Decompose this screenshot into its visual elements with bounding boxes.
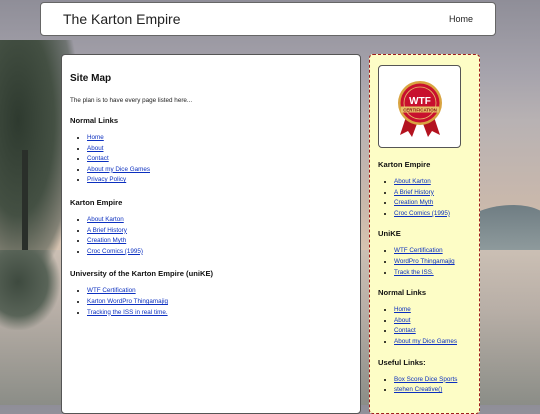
link-wtf-certification[interactable]: WTF Certification: [87, 287, 136, 294]
list-item: Creation Myth: [87, 236, 352, 247]
list-item: A Brief History: [394, 188, 471, 199]
link-croc-comics[interactable]: Croc Comics (1995): [87, 248, 143, 255]
list-item: Box Score Dice Sports: [394, 375, 471, 386]
link-wordpro-thingamajig[interactable]: Karton WordPro Thingamajig: [87, 298, 168, 305]
list-item: About my Dice Games: [394, 337, 471, 348]
list-item: Home: [394, 305, 471, 316]
main-content: Site Map The plan is to have every page …: [61, 54, 361, 414]
list-item: Croc Comics (1995): [394, 209, 471, 220]
sidebar-link-brief-history[interactable]: A Brief History: [394, 189, 434, 196]
sidebar-link-about[interactable]: About: [394, 317, 410, 324]
list-item: WTF Certification: [394, 246, 471, 257]
list-item: Track the ISS.: [394, 268, 471, 279]
list-item: WTF Certification: [87, 286, 352, 297]
certification-seal-icon: WTF CERTIFICATION: [397, 80, 442, 137]
link-about-karton[interactable]: About Karton: [87, 216, 124, 223]
sidebar-link-croc-comics[interactable]: Croc Comics (1995): [394, 210, 450, 217]
sidebar-unike-list: WTF Certification WordPro Thingamajig Tr…: [378, 246, 471, 278]
list-item: Creation Myth: [394, 198, 471, 209]
sidebar-link-home[interactable]: Home: [394, 306, 411, 313]
widget-heading-normal-links: Normal Links: [378, 288, 427, 298]
list-item: About: [394, 316, 471, 327]
list-item: About Karton: [394, 177, 471, 188]
link-tracking-iss[interactable]: Tracking the ISS in real time.: [87, 309, 168, 316]
section-heading-normal-links: Normal Links: [70, 116, 119, 125]
list-item: Karton WordPro Thingamajig: [87, 297, 352, 308]
list-item: WordPro Thingamajig: [394, 257, 471, 268]
list-item: Home: [87, 133, 352, 144]
widget-heading-useful-links: Useful Links:: [378, 357, 426, 367]
list-item: Contact: [87, 154, 352, 165]
list-item: About: [87, 144, 352, 155]
page-title: Site Map: [70, 73, 112, 84]
list-item: Croc Comics (1995): [87, 247, 352, 258]
site-title[interactable]: The Karton Empire: [63, 11, 181, 27]
sidebar-link-track-iss[interactable]: Track the ISS.: [394, 269, 434, 276]
section-heading-karton-empire: Karton Empire: [70, 197, 123, 207]
sidebar-normal-list: Home About Contact About my Dice Games: [378, 305, 471, 347]
sidebar-useful-list: Box Score Dice Sports stehen Creative(): [378, 375, 471, 396]
link-dice-games[interactable]: About my Dice Games: [87, 166, 150, 173]
list-item: Tracking the ISS in real time.: [87, 308, 352, 319]
wtf-certification-badge[interactable]: WTF CERTIFICATION: [378, 65, 461, 148]
sidebar-link-dice-games[interactable]: About my Dice Games: [394, 338, 457, 345]
sidebar-link-wtf-certification[interactable]: WTF Certification: [394, 247, 443, 254]
sidebar-link-stehen-creative[interactable]: stehen Creative(): [394, 386, 442, 393]
unike-list: WTF Certification Karton WordPro Thingam…: [70, 286, 352, 318]
link-about[interactable]: About: [87, 145, 103, 152]
sidebar-link-contact[interactable]: Contact: [394, 327, 416, 334]
nav-home-link[interactable]: Home: [449, 14, 473, 24]
link-brief-history[interactable]: A Brief History: [87, 227, 127, 234]
list-item: stehen Creative(): [394, 385, 471, 396]
badge-text-banner: CERTIFICATION: [403, 107, 437, 112]
widget-heading-unike: UniKE: [378, 229, 401, 239]
link-home[interactable]: Home: [87, 134, 104, 141]
normal-links-list: Home About Contact About my Dice Games P…: [70, 133, 352, 186]
list-item: Privacy Policy: [87, 175, 352, 186]
sidebar-link-about-karton[interactable]: About Karton: [394, 178, 431, 185]
sidebar-link-creation-myth[interactable]: Creation Myth: [394, 199, 433, 206]
karton-empire-list: About Karton A Brief History Creation My…: [70, 215, 352, 257]
link-privacy-policy[interactable]: Privacy Policy: [87, 176, 126, 183]
list-item: About my Dice Games: [87, 165, 352, 176]
list-item: Contact: [394, 326, 471, 337]
section-heading-unike: University of the Karton Empire (uniKE): [70, 269, 214, 279]
badge-text-top: WTF: [409, 96, 431, 107]
list-item: About Karton: [87, 215, 352, 226]
sidebar-link-box-score[interactable]: Box Score Dice Sports: [394, 376, 457, 383]
bush-silhouette: [0, 250, 60, 330]
link-creation-myth[interactable]: Creation Myth: [87, 237, 126, 244]
list-item: A Brief History: [87, 226, 352, 237]
sidebar-link-wordpro[interactable]: WordPro Thingamajig: [394, 258, 455, 265]
widget-heading-karton-empire: Karton Empire: [378, 160, 431, 169]
sidebar: WTF CERTIFICATION Karton Empire About Ka…: [369, 54, 480, 414]
site-header: The Karton Empire Home: [40, 2, 496, 36]
intro-text: The plan is to have every page listed he…: [70, 97, 193, 104]
link-contact[interactable]: Contact: [87, 155, 109, 162]
sidebar-karton-list: About Karton A Brief History Creation My…: [378, 177, 471, 219]
